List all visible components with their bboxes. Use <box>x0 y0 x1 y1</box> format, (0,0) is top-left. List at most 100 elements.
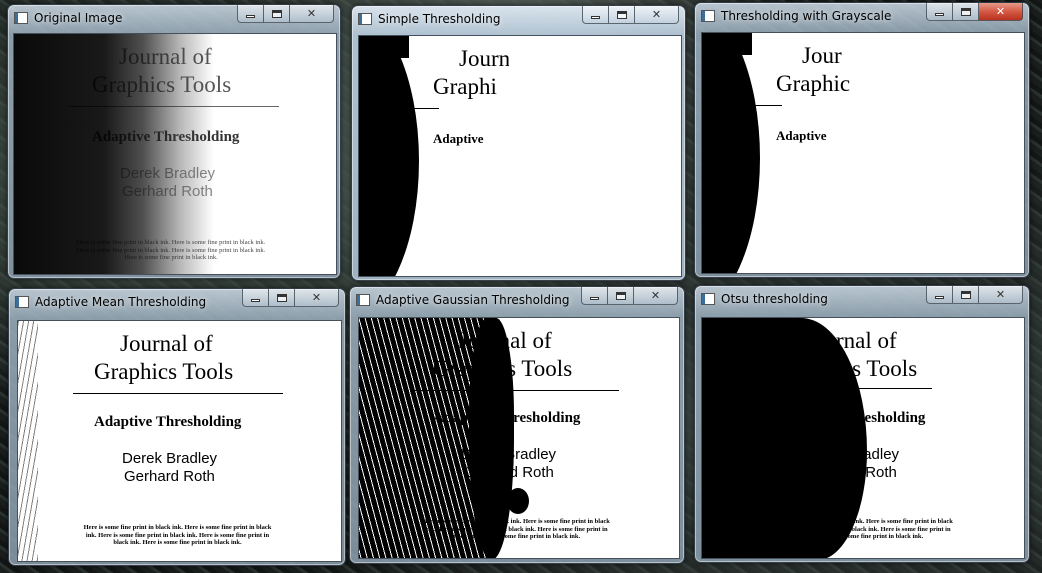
minimize-icon <box>591 15 600 19</box>
window-controls: ✕ <box>242 289 339 307</box>
title-rule <box>414 390 619 391</box>
journal-title-line1: Journal of <box>120 331 213 356</box>
window-app-icon <box>701 293 715 305</box>
fine-print: Here is some fine print in black ink. He… <box>83 524 272 546</box>
window-simple-thresholding[interactable]: Simple Thresholding ✕ Journ Graphi Adapt… <box>351 5 686 281</box>
title-bar[interactable]: Original Image ✕ <box>8 5 340 33</box>
journal-title-line1: Journal of <box>459 328 552 353</box>
window-app-icon <box>358 13 372 25</box>
close-icon: ✕ <box>995 288 1006 301</box>
window-controls: ✕ <box>926 3 1023 21</box>
maximize-icon <box>960 290 971 299</box>
image-canvas: Journal of Graphics Tools Adaptive Thres… <box>358 317 680 559</box>
close-icon: ✕ <box>306 7 317 20</box>
window-app-icon <box>701 10 715 22</box>
window-original-image[interactable]: Original Image ✕ Journal of Graphics Too… <box>7 4 341 279</box>
minimize-icon <box>935 12 944 16</box>
maximize-button[interactable] <box>264 5 290 23</box>
image-canvas: Journal of Graphics Tools Adaptive Thres… <box>17 320 342 562</box>
minimize-icon <box>935 295 944 299</box>
close-icon: ✕ <box>651 8 662 21</box>
maximize-button[interactable] <box>609 6 635 24</box>
close-icon: ✕ <box>311 291 322 304</box>
minimize-button[interactable] <box>581 287 608 305</box>
close-icon: ✕ <box>995 5 1006 18</box>
maximize-button[interactable] <box>953 3 979 21</box>
journal-title-line2: Graphics Tools <box>433 356 573 381</box>
window-title: Adaptive Gaussian Thresholding <box>376 293 570 307</box>
title-rule <box>73 393 283 394</box>
window-controls: ✕ <box>237 5 334 23</box>
maximize-icon <box>616 10 627 19</box>
window-app-icon <box>14 12 28 24</box>
window-app-icon <box>356 294 370 306</box>
minimize-button[interactable] <box>242 289 269 307</box>
window-app-icon <box>15 296 29 308</box>
close-button[interactable]: ✕ <box>290 5 334 23</box>
right-blank-area <box>509 36 681 276</box>
title-bar[interactable]: Simple Thresholding ✕ <box>352 6 685 34</box>
maximize-icon <box>615 291 626 300</box>
author-1: Derek Bradley <box>122 450 218 467</box>
image-canvas: Journ Graphi Adaptive <box>358 35 682 277</box>
title-rule <box>754 105 782 106</box>
window-title: Simple Thresholding <box>378 12 501 26</box>
window-title: Otsu thresholding <box>721 292 828 306</box>
minimize-icon <box>246 14 255 18</box>
heading: Adaptive <box>433 131 484 146</box>
title-bar[interactable]: Otsu thresholding ✕ <box>695 286 1029 314</box>
maximize-button[interactable] <box>953 286 979 304</box>
close-button[interactable]: ✕ <box>634 287 678 305</box>
close-icon: ✕ <box>650 289 661 302</box>
title-bar[interactable]: Adaptive Mean Thresholding ✕ <box>9 289 345 317</box>
otsu-black-region <box>702 318 867 558</box>
document-image: Journal of Graphics Tools Adaptive Thres… <box>18 321 341 561</box>
minimize-icon <box>590 296 599 300</box>
minimize-icon <box>251 298 260 302</box>
fine-print: Here is some fine print in black ink. He… <box>422 518 610 540</box>
window-controls: ✕ <box>582 6 679 24</box>
close-button[interactable]: ✕ <box>979 3 1023 21</box>
maximize-icon <box>960 7 971 16</box>
maximize-button[interactable] <box>608 287 634 305</box>
close-button[interactable]: ✕ <box>295 289 339 307</box>
minimize-button[interactable] <box>926 286 953 304</box>
noise-blob <box>507 488 529 514</box>
minimize-button[interactable] <box>237 5 264 23</box>
window-controls: ✕ <box>926 286 1023 304</box>
minimize-button[interactable] <box>926 3 953 21</box>
title-bar[interactable]: Adaptive Gaussian Thresholding ✕ <box>350 287 684 315</box>
image-canvas: Journal of Graphics Tools Adaptive Thres… <box>701 317 1025 559</box>
maximize-icon <box>276 293 287 302</box>
window-adaptive-gaussian[interactable]: Adaptive Gaussian Thresholding ✕ Journal… <box>349 286 685 564</box>
journal-title-line1: Journ <box>459 46 511 71</box>
image-canvas: Journal of Graphics Tools Adaptive Thres… <box>13 33 337 275</box>
threshold-black-top <box>359 36 409 58</box>
window-thresholding-grayscale[interactable]: Thresholding with Grayscale ✕ Jour Graph… <box>694 2 1030 278</box>
illumination-gradient <box>14 34 336 274</box>
journal-title-line2: Graphics Tools <box>94 359 234 384</box>
document-image: Journal of Graphics Tools Adaptive Thres… <box>359 318 679 558</box>
title-bar[interactable]: Thresholding with Grayscale ✕ <box>695 3 1029 31</box>
image-canvas: Jour Graphic Adaptive <box>701 32 1025 274</box>
maximize-icon <box>271 9 282 18</box>
journal-title-line2: Graphi <box>433 74 497 99</box>
window-title: Original Image <box>34 11 123 25</box>
window-otsu[interactable]: Otsu thresholding ✕ Journal of Graphics … <box>694 285 1030 563</box>
window-adaptive-mean[interactable]: Adaptive Mean Thresholding ✕ Journal of … <box>8 288 346 566</box>
journal-title-line2: Graphic <box>776 71 851 96</box>
author-1: Derek Bradley <box>461 446 557 463</box>
heading: Adaptive Thresholding <box>94 414 242 430</box>
window-title: Thresholding with Grayscale <box>721 9 892 23</box>
close-button[interactable]: ✕ <box>635 6 679 24</box>
close-button[interactable]: ✕ <box>979 286 1023 304</box>
threshold-black-top <box>702 33 752 55</box>
title-rule <box>411 108 439 109</box>
maximize-button[interactable] <box>269 289 295 307</box>
window-controls: ✕ <box>581 287 678 305</box>
author-2: Gerhard Roth <box>463 464 554 481</box>
right-blank-area <box>852 33 1024 273</box>
journal-title-line1: Jour <box>802 43 842 68</box>
minimize-button[interactable] <box>582 6 609 24</box>
heading: Adaptive Thresholding <box>433 410 581 426</box>
